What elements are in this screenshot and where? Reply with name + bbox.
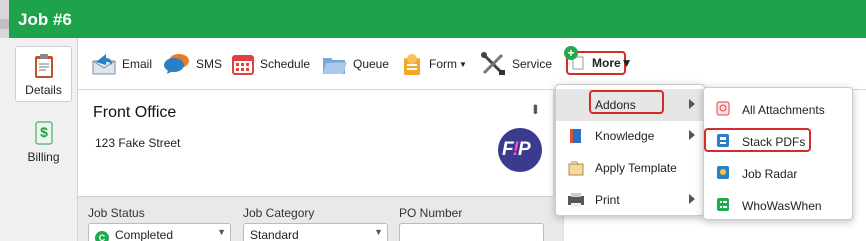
logo-text: F — [502, 139, 514, 160]
email-label: Email — [122, 57, 153, 71]
email-button[interactable]: Email — [92, 51, 152, 77]
dollar-document-icon: $ — [35, 121, 52, 145]
highlight-outline — [589, 90, 664, 114]
schedule-label: Schedule — [260, 57, 311, 71]
job-category-value: Standard — [250, 228, 299, 241]
chevron-right-icon — [689, 194, 695, 204]
folder-icon — [323, 58, 347, 74]
tools-icon — [481, 52, 505, 75]
chevron-right-icon — [689, 99, 695, 109]
nav-item-details[interactable]: Details — [15, 46, 72, 102]
job-address: 123 Fake Street — [95, 136, 181, 150]
title-bar: Job #6 — [0, 0, 866, 38]
sms-button[interactable]: SMS — [164, 51, 222, 77]
side-nav: Details $ Billing — [0, 38, 78, 241]
chevron-down-icon: ▼ — [374, 227, 383, 237]
calendar-icon — [232, 55, 254, 75]
menu-item-print[interactable]: Print — [556, 184, 706, 216]
service-button[interactable]: Service — [480, 51, 552, 77]
chevron-down-icon: ▼ — [459, 59, 467, 69]
menu-item-job-radar[interactable]: Job Radar — [704, 156, 854, 188]
menu-item-label: All Attachments — [742, 103, 825, 117]
menu-item-all-attachments[interactable]: All Attachments — [704, 92, 854, 124]
menu-item-label: WhoWasWhen — [742, 199, 822, 213]
service-label: Service — [512, 57, 553, 71]
logo-text: P — [517, 139, 531, 160]
printer-icon — [568, 193, 584, 207]
toolbar: Email SMS Schedule Queue Form ▼ Service … — [78, 38, 866, 90]
radar-icon — [717, 166, 729, 179]
menu-item-apply-template[interactable]: Apply Template — [556, 152, 706, 184]
form-label: Form — [429, 57, 457, 71]
po-number-label: PO Number — [399, 206, 463, 220]
chevron-right-icon — [689, 130, 695, 140]
job-status-value: Completed — [115, 228, 174, 241]
attachments-icon — [716, 101, 730, 116]
menu-item-label: Print — [595, 193, 620, 207]
job-status-select[interactable]: C Completed ▼ — [88, 223, 231, 241]
company-logo: F!P — [498, 128, 542, 172]
job-category-select[interactable]: Standard ▼ — [243, 223, 388, 241]
plus-icon: + — [564, 46, 578, 60]
po-number-input[interactable] — [399, 223, 544, 241]
addons-submenu: All Attachments Stack PDFs Job Radar Who… — [703, 87, 853, 220]
queue-label: Queue — [353, 57, 390, 71]
menu-item-label: Apply Template — [595, 161, 677, 175]
chevron-down-icon: ▼ — [217, 227, 226, 237]
schedule-button[interactable]: Schedule — [232, 51, 310, 77]
email-icon — [92, 54, 116, 75]
template-icon — [568, 161, 584, 176]
window-title: Job #6 — [18, 10, 72, 29]
job-status-label: Job Status — [88, 206, 145, 220]
whowaswhen-icon — [717, 198, 729, 211]
nav-item-label: Billing — [27, 150, 60, 164]
status-icon: C — [95, 231, 109, 241]
queue-button[interactable]: Queue — [321, 51, 389, 77]
sms-icon — [164, 54, 189, 74]
nav-item-billing[interactable]: $ Billing — [15, 114, 72, 170]
job-fields: Job Status C Completed ▼ Job Category Sta… — [78, 196, 554, 241]
clipboard-icon — [34, 54, 53, 78]
more-dropdown-menu: Addons Knowledge Apply Template Print — [555, 84, 706, 216]
book-icon — [570, 129, 581, 143]
office-name: Front Office — [93, 104, 177, 121]
menu-item-label: Knowledge — [595, 129, 655, 143]
more-label: More — [592, 56, 621, 70]
sms-label: SMS — [196, 57, 223, 71]
menu-item-knowledge[interactable]: Knowledge — [556, 120, 706, 152]
menu-item-whowaswhen[interactable]: WhoWasWhen — [704, 188, 854, 220]
form-button[interactable]: Form ▼ — [401, 51, 467, 77]
highlight-outline — [704, 128, 811, 152]
window-edge — [0, 0, 9, 38]
form-icon — [404, 54, 420, 75]
nav-item-label: Details — [25, 83, 62, 97]
chevron-down-icon: ▼ — [620, 56, 633, 70]
job-category-label: Job Category — [243, 206, 315, 220]
svg-text:$: $ — [40, 124, 48, 140]
menu-item-label: Job Radar — [742, 167, 798, 181]
kebab-menu-icon[interactable]: ••• — [528, 104, 544, 113]
